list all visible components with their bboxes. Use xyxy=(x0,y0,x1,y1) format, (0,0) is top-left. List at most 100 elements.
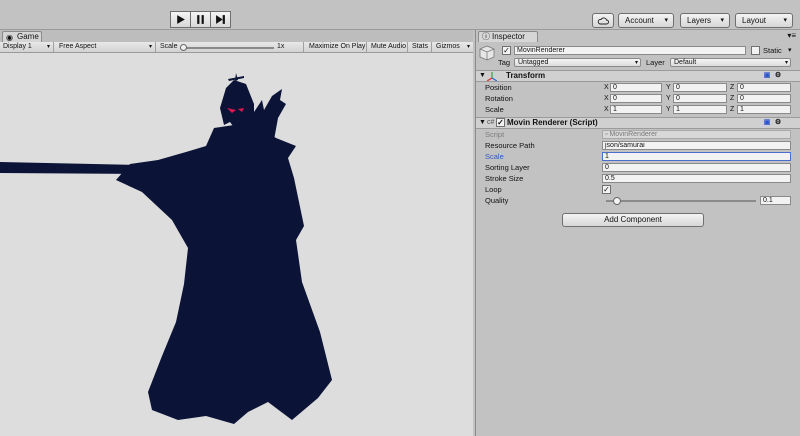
layer-dropdown[interactable]: Default ▾ xyxy=(670,58,791,67)
loop-checkbox[interactable]: ✓ xyxy=(602,185,611,194)
tab-game-label: Game xyxy=(17,32,39,41)
chevron-down-icon: ▾ xyxy=(148,44,152,50)
scale-slider-track[interactable] xyxy=(182,47,274,49)
samurai-silhouette xyxy=(0,73,332,424)
layout-label: Layout xyxy=(742,16,767,25)
layer-label: Layer xyxy=(646,58,665,67)
step-icon xyxy=(216,15,225,24)
account-dropdown[interactable]: Account ▾ xyxy=(618,13,674,28)
layer-value: Default xyxy=(674,59,697,66)
tab-inspector-label: Inspector xyxy=(492,32,525,41)
quality-field[interactable]: 0.1 xyxy=(760,196,791,205)
position-z-field[interactable]: 0 xyxy=(737,83,791,92)
tab-inspector[interactable]: ⓘ Inspector xyxy=(478,31,538,42)
help-book-icon[interactable]: ▣ xyxy=(763,119,771,127)
quality-slider-handle[interactable] xyxy=(613,197,621,205)
cloud-icon xyxy=(597,17,609,24)
x-axis-label: X xyxy=(604,84,609,91)
sorting-layer-field[interactable]: 0 xyxy=(602,163,791,172)
gizmos-label: Gizmos xyxy=(436,43,460,50)
cloud-button[interactable] xyxy=(592,13,614,28)
playback-controls xyxy=(170,11,231,28)
chevron-down-icon[interactable]: ▾ xyxy=(788,45,792,56)
scale-slider-handle[interactable] xyxy=(180,44,187,51)
movin-scale-field[interactable]: 1 xyxy=(602,152,791,161)
pause-icon xyxy=(197,15,204,24)
position-y-field[interactable]: 0 xyxy=(673,83,727,92)
pause-button[interactable] xyxy=(190,11,211,28)
movin-scale-label: Scale xyxy=(485,152,504,161)
resource-path-field[interactable]: json/samurai xyxy=(602,141,791,150)
mute-label: Mute Audio xyxy=(371,43,407,50)
tag-dropdown[interactable]: Untagged ▾ xyxy=(514,58,641,67)
stats-toggle[interactable]: Stats xyxy=(409,42,432,52)
stroke-size-field[interactable]: 0.5 xyxy=(602,174,791,183)
object-name-row: ✓ MovinRenderer Static ▾ xyxy=(476,45,800,56)
position-label: Position xyxy=(485,83,512,92)
chevron-down-icon: ▾ xyxy=(634,60,638,66)
x-axis-label: X xyxy=(604,106,609,113)
add-component-button[interactable]: Add Component xyxy=(562,213,704,227)
panel-menu-icon[interactable]: ▾≡ xyxy=(787,31,796,40)
position-x-field[interactable]: 0 xyxy=(610,83,662,92)
gizmos-dropdown[interactable]: Gizmos ▾ xyxy=(433,42,471,52)
loop-row: Loop ✓ xyxy=(476,184,800,195)
transform-position-row: Position X 0 Y 0 Z 0 xyxy=(476,82,800,93)
game-tabbar: ◉ Game xyxy=(0,30,473,42)
tag-layer-row: Tag Untagged ▾ Layer Default ▾ xyxy=(476,57,800,68)
display-label: Display 1 xyxy=(3,43,32,50)
movin-scale-row: Scale 1 xyxy=(476,151,800,162)
checkmark-icon: ✓ xyxy=(603,185,610,194)
chevron-down-icon: ▾ xyxy=(46,44,50,50)
static-checkbox[interactable] xyxy=(751,46,760,55)
transform-header[interactable]: ▼ Transform ▣ ⚙ xyxy=(476,70,800,82)
transform-scale-row: Scale X 1 Y 1 Z 1 xyxy=(476,104,800,115)
resource-path-label: Resource Path xyxy=(485,141,535,150)
layout-dropdown[interactable]: Layout ▾ xyxy=(735,13,793,28)
object-active-checkbox[interactable]: ✓ xyxy=(502,46,511,55)
chevron-down-icon: ▾ xyxy=(664,17,668,24)
play-icon xyxy=(177,15,185,24)
play-button[interactable] xyxy=(170,11,191,28)
scale-x-field[interactable]: 1 xyxy=(610,105,662,114)
movin-renderer-title: Movin Renderer (Script) xyxy=(507,118,598,127)
game-panel: ◉ Game Display 1 ▾ Free Aspect ▾ Scale 1… xyxy=(0,30,473,436)
sorting-layer-label: Sorting Layer xyxy=(485,163,530,172)
layers-label: Layers xyxy=(687,16,712,25)
tab-game[interactable]: ◉ Game xyxy=(2,31,42,42)
resource-path-row: Resource Path json/samurai xyxy=(476,140,800,151)
object-name-field[interactable]: MovinRenderer xyxy=(514,46,746,55)
gear-icon[interactable]: ⚙ xyxy=(774,72,782,80)
layers-dropdown[interactable]: Layers ▾ xyxy=(680,13,730,28)
game-viewport[interactable] xyxy=(0,53,473,436)
scale-y-field[interactable]: 1 xyxy=(673,105,727,114)
sorting-layer-row: Sorting Layer 0 xyxy=(476,162,800,173)
movin-renderer-header[interactable]: ▼ c# ✓ Movin Renderer (Script) ▣ ⚙ xyxy=(476,117,800,129)
foldout-arrow-icon[interactable]: ▼ xyxy=(479,71,486,81)
chevron-down-icon: ▾ xyxy=(720,17,724,24)
aspect-dropdown[interactable]: Free Aspect ▾ xyxy=(56,42,156,52)
display-dropdown[interactable]: Display 1 ▾ xyxy=(0,42,54,52)
mute-audio-toggle[interactable]: Mute Audio xyxy=(368,42,408,52)
rotation-x-field[interactable]: 0 xyxy=(610,94,662,103)
step-button[interactable] xyxy=(210,11,231,28)
component-enabled-checkbox[interactable]: ✓ xyxy=(496,118,505,127)
maximize-on-play-toggle[interactable]: Maximize On Play xyxy=(306,42,367,52)
help-book-icon[interactable]: ▣ xyxy=(763,72,771,80)
account-label: Account xyxy=(625,16,654,25)
rotation-z-field[interactable]: 0 xyxy=(737,94,791,103)
stats-label: Stats xyxy=(412,43,428,50)
scale-z-field[interactable]: 1 xyxy=(737,105,791,114)
z-axis-label: Z xyxy=(730,106,735,113)
foldout-arrow-icon[interactable]: ▼ xyxy=(479,118,486,128)
rotation-y-field[interactable]: 0 xyxy=(673,94,727,103)
transform-title: Transform xyxy=(506,71,546,80)
scale-label: Scale xyxy=(485,105,504,114)
gear-icon[interactable]: ⚙ xyxy=(774,119,782,127)
inspector-panel: ⓘ Inspector ▾≡ ✓ MovinRenderer Static ▾ … xyxy=(475,30,800,436)
scale-label: Scale xyxy=(160,43,178,50)
game-options-bar: Display 1 ▾ Free Aspect ▾ Scale 1x Maxim… xyxy=(0,42,473,53)
loop-label: Loop xyxy=(485,185,502,194)
tag-value: Untagged xyxy=(518,59,549,66)
quality-slider-track[interactable] xyxy=(606,200,756,202)
